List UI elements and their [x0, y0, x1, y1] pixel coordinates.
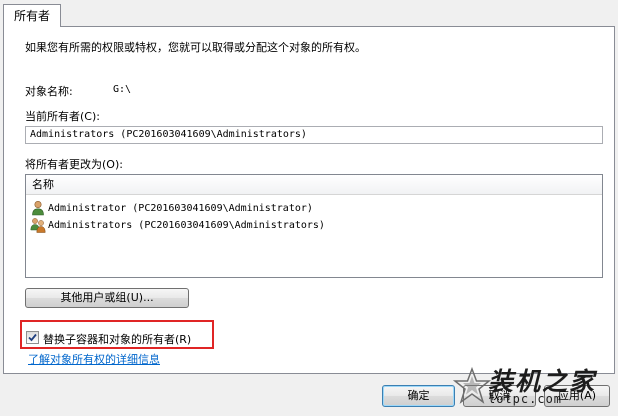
- list-item-label: Administrator (PC201603041609\Administra…: [48, 203, 313, 214]
- object-name-label: 对象名称:: [25, 85, 73, 98]
- replace-owner-label[interactable]: 替换子容器和对象的所有者(R): [43, 331, 191, 347]
- cancel-button[interactable]: 取消: [463, 385, 536, 407]
- column-header-name: 名称: [32, 178, 54, 191]
- list-item[interactable]: Administrators (PC201603041609\Administr…: [30, 217, 325, 234]
- object-name-value: G:\: [113, 84, 132, 95]
- list-column-header[interactable]: 名称: [26, 175, 602, 195]
- ok-button[interactable]: 确定: [382, 385, 455, 407]
- change-owner-label: 将所有者更改为(O):: [25, 158, 123, 171]
- learn-more-link[interactable]: 了解对象所有权的详细信息: [28, 351, 160, 367]
- list-item-label: Administrators (PC201603041609\Administr…: [48, 220, 325, 231]
- tab-owner[interactable]: 所有者: [3, 4, 62, 27]
- apply-button[interactable]: 应用(A): [544, 385, 610, 407]
- list-item[interactable]: Administrator (PC201603041609\Administra…: [30, 200, 313, 217]
- intro-text: 如果您有所需的权限或特权，您就可以取得或分配这个对象的所有权。: [25, 41, 366, 54]
- replace-owner-checkbox[interactable]: [26, 331, 39, 344]
- tab-strip: 所有者: [0, 0, 618, 27]
- current-owner-label: 当前所有者(C):: [25, 110, 100, 123]
- user-icon: [30, 200, 46, 216]
- current-owner-field[interactable]: Administrators (PC201603041609\Administr…: [25, 126, 603, 144]
- user-group-icon: [30, 217, 46, 233]
- owner-list[interactable]: 名称 Administrator (PC201603041609\Adminis…: [25, 174, 603, 278]
- checkmark-icon: [28, 333, 37, 342]
- other-users-button[interactable]: 其他用户或组(U)...: [25, 288, 189, 308]
